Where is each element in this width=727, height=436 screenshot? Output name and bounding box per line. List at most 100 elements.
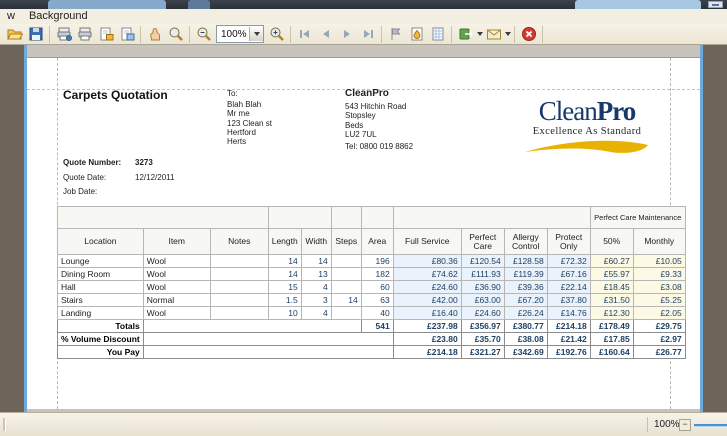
column-header: Width <box>301 229 331 255</box>
column-header: Full Service <box>393 229 461 255</box>
table-cell: 4 <box>301 307 331 320</box>
table-cell: 4 <box>301 281 331 294</box>
table-cell: £380.77 <box>504 320 547 333</box>
zoom-slider-minus-button[interactable]: − <box>679 419 691 431</box>
table-cell: £214.18 <box>547 320 590 333</box>
watermark-icon <box>409 26 425 42</box>
table-cell: £29.75 <box>633 320 685 333</box>
zoom-combo[interactable]: 100% <box>216 25 264 43</box>
recipient-line: 123 Clean st <box>227 119 272 128</box>
menu-item-background[interactable]: Background <box>22 9 95 24</box>
email-icon <box>486 26 502 42</box>
table-cell: £321.27 <box>461 346 504 359</box>
previous-page-button[interactable] <box>315 25 336 44</box>
table-cell <box>331 268 361 281</box>
page-setup-button[interactable] <box>116 25 137 44</box>
last-page-button[interactable] <box>357 25 378 44</box>
table-cell: 196 <box>361 255 393 268</box>
company-line: Stopsley <box>345 111 413 120</box>
print-button[interactable] <box>74 25 95 44</box>
window-border-right <box>700 45 703 412</box>
hand-tool-button[interactable] <box>144 25 165 44</box>
totals-area: 541 <box>361 320 393 333</box>
table-cell <box>268 207 331 229</box>
table-cell: 182 <box>361 268 393 281</box>
logo-swoosh-icon <box>521 139 653 157</box>
open-button[interactable] <box>4 25 25 44</box>
email-button[interactable] <box>483 25 504 44</box>
toolbar-separator <box>451 26 452 43</box>
recipient-line: Hertford <box>227 128 272 137</box>
table-cell: £60.27 <box>590 255 633 268</box>
table-cell <box>331 255 361 268</box>
table-cell: £14.76 <box>547 307 590 320</box>
quote-date-row: Quote Date: 12/12/2011 <box>63 173 135 182</box>
background-tab[interactable] <box>188 0 210 9</box>
table-cell: £36.90 <box>461 281 504 294</box>
export-button[interactable] <box>455 25 476 44</box>
zoom-out-button[interactable] <box>193 25 214 44</box>
watermark-button[interactable] <box>406 25 427 44</box>
table-cell: £356.97 <box>461 320 504 333</box>
next-page-icon <box>339 26 355 42</box>
background-tab[interactable] <box>48 0 166 9</box>
table-cell <box>331 307 361 320</box>
table-cell: £237.98 <box>393 320 461 333</box>
quote-date-label: Quote Date: <box>63 173 135 182</box>
table-cell: 14 <box>268 268 301 281</box>
group-header-cell: Perfect Care Maintenance <box>590 207 685 229</box>
table-cell: 13 <box>301 268 331 281</box>
table-cell <box>393 207 590 229</box>
export-icon <box>458 26 474 42</box>
page-background: Carpets Quotation To: Blah Blah Mr me 12… <box>27 45 700 412</box>
email-dropdown-arrow[interactable] <box>505 32 511 36</box>
column-header: Allergy Control <box>504 229 547 255</box>
next-page-button[interactable] <box>336 25 357 44</box>
table-cell: £31.50 <box>590 294 633 307</box>
table-cell: £67.16 <box>547 268 590 281</box>
zoom-slider[interactable] <box>694 424 727 426</box>
column-header: Perfect Care <box>461 229 504 255</box>
edit-page-button[interactable] <box>427 25 448 44</box>
chevron-down-icon <box>254 32 260 36</box>
table-cell <box>210 255 268 268</box>
recipient-line: Herts <box>227 137 272 146</box>
column-header: Notes <box>210 229 268 255</box>
column-header: Area <box>361 229 393 255</box>
table-cell: £214.18 <box>393 346 461 359</box>
status-zoom-label: 100% <box>654 419 680 430</box>
toolbar-separator <box>542 26 543 43</box>
minimize-button[interactable] <box>708 1 723 8</box>
table-cell: Hall <box>58 281 144 294</box>
you-pay-row: You Pay £214.18 £321.27 £342.69 £192.76 … <box>58 346 686 359</box>
screen: w Background 100% <box>0 0 727 436</box>
print-setup-icon <box>56 26 72 42</box>
zoom-combo-dropdown[interactable] <box>249 27 263 41</box>
table-cell: £192.76 <box>547 346 590 359</box>
report-page[interactable]: Carpets Quotation To: Blah Blah Mr me 12… <box>27 57 700 409</box>
page-color-button[interactable] <box>95 25 116 44</box>
save-icon <box>28 26 44 42</box>
outline-button[interactable] <box>385 25 406 44</box>
save-button[interactable] <box>25 25 46 44</box>
toolbar: 100% <box>0 24 727 45</box>
table-cell: £67.20 <box>504 294 547 307</box>
table-cell: Wool <box>143 307 210 320</box>
table-cell: £55.97 <box>590 268 633 281</box>
first-page-button[interactable] <box>294 25 315 44</box>
print-setup-button[interactable] <box>53 25 74 44</box>
menu-item-partial[interactable]: w <box>0 9 22 24</box>
table-cell: £160.64 <box>590 346 633 359</box>
close-preview-button[interactable] <box>518 25 539 44</box>
table-cell: 1.5 <box>268 294 301 307</box>
recipient-line: Blah Blah <box>227 100 272 109</box>
quote-number-label: Quote Number: <box>63 158 135 167</box>
close-icon <box>521 26 537 42</box>
last-page-icon <box>360 26 376 42</box>
company-name: CleanPro <box>345 88 389 99</box>
table-cell <box>143 333 393 346</box>
column-header: Item <box>143 229 210 255</box>
open-folder-icon <box>7 26 23 42</box>
zoom-tool-button[interactable] <box>165 25 186 44</box>
zoom-in-button[interactable] <box>266 25 287 44</box>
